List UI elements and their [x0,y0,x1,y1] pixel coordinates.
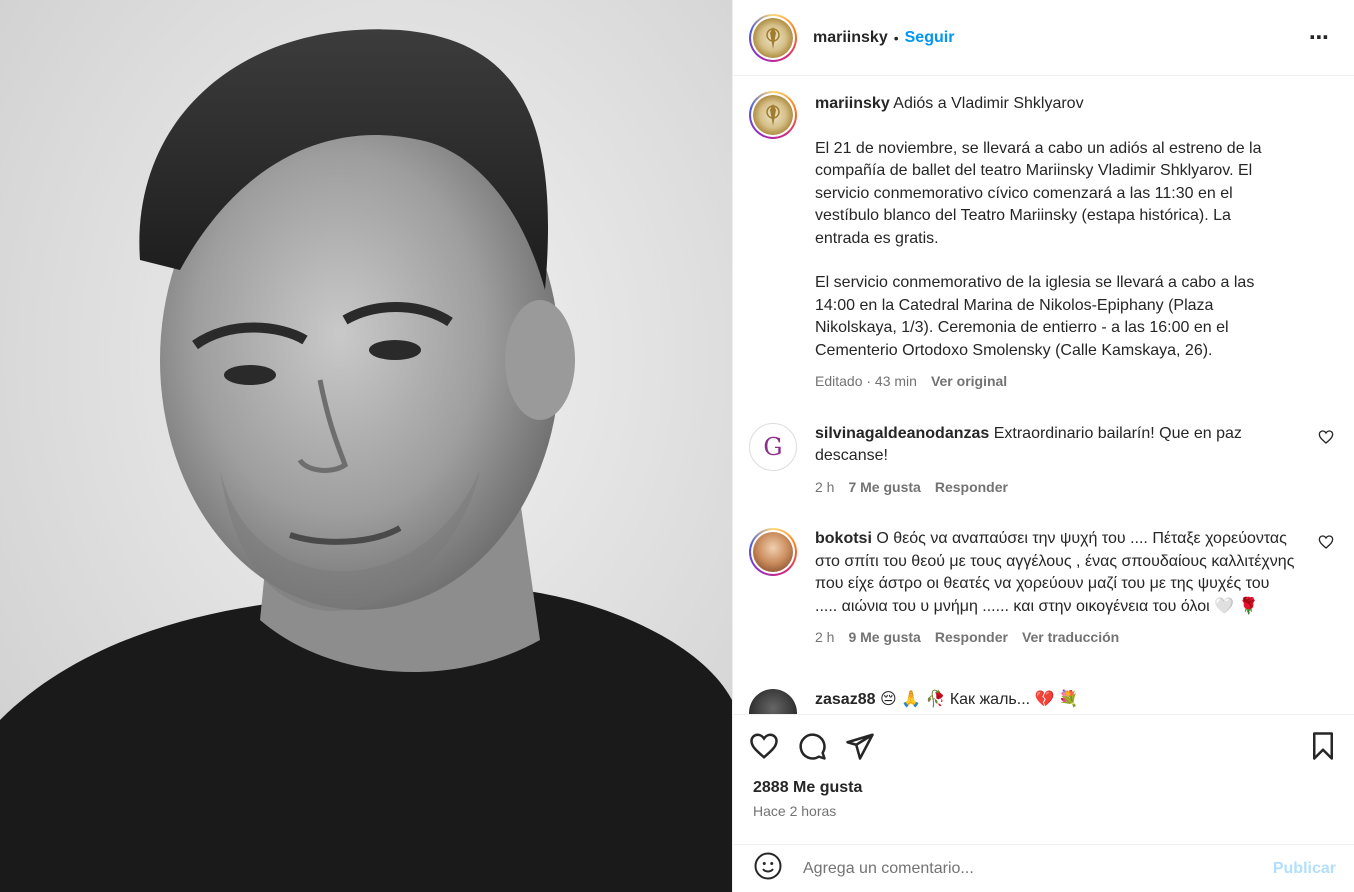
caption-paragraph-1: El 21 de noviembre, se llevará a cabo un… [815,139,1262,247]
caption-paragraph-2: El servicio conmemorativo de la iglesia … [815,274,1255,359]
comment-item: zasaz88 😔 🙏 🥀 Как жаль... 💔 💐 [749,688,1338,714]
post-time: Hace 2 horas [753,803,837,819]
post-sidebar: mariinsky • Seguir ⋯ mariinsky Adiós a V… [732,0,1354,892]
comments-section[interactable]: mariinsky Adiós a Vladimir Shklyarov El … [733,77,1354,714]
like-comment-heart-icon[interactable] [1318,429,1334,450]
add-comment-bar: Agrega un comentario... Publicar [733,844,1354,892]
commenter-avatar[interactable] [749,528,797,576]
post-actions: 2888 Me gusta Hace 2 horas [733,714,1354,844]
comment-time: 2 h [815,478,835,495]
comment-item: bokotsi Ο θεός να αναπαύσει την ψυχή του… [749,528,1338,649]
reply-button[interactable]: Responder [935,476,1008,499]
publish-button[interactable]: Publicar [1273,860,1336,878]
commenter-avatar[interactable] [749,688,797,714]
post-photo[interactable] [0,0,732,892]
post-header: mariinsky • Seguir ⋯ [733,0,1354,76]
comment-time: 2 h [815,629,835,645]
likes-count[interactable]: 2888 Me gusta [749,779,1338,797]
theatre-logo-icon [753,95,793,135]
comment-icon[interactable] [797,731,827,766]
reply-button[interactable]: Responder [935,626,1008,649]
more-options-icon[interactable]: ⋯ [1309,25,1338,50]
caption-avatar[interactable] [749,91,797,139]
comment-likes[interactable]: 9 Me gusta [848,626,920,649]
caption-edited: Editado · 43 min [815,373,917,389]
heart-icon[interactable] [749,731,779,766]
bookmark-icon[interactable] [1308,731,1338,766]
dance-logo-icon: G [763,432,783,461]
see-translation-link[interactable]: Ver traducción [1022,626,1119,649]
comment-likes[interactable]: 7 Me gusta [848,476,920,499]
like-comment-heart-icon[interactable] [1318,534,1334,555]
commenter-avatar[interactable]: G [749,422,797,471]
caption-title: Adiós a Vladimir Shklyarov [893,95,1084,112]
see-original-link[interactable]: Ver original [931,370,1007,393]
emoji-icon[interactable] [753,851,783,886]
comment-username[interactable]: bokotsi [815,530,872,547]
portrait-image [0,0,732,892]
comment-text: 😔 🙏 🥀 Как жаль... 💔 💐 [879,690,1079,708]
share-icon[interactable] [845,731,875,766]
comment-text: Ο θεός να αναπαύσει την ψυχή του .... Πέ… [815,530,1295,615]
comment-item: G silvinagaldeanodanzas Extraordinario b… [749,422,1338,499]
comment-username[interactable]: silvinagaldeanodanzas [815,425,989,442]
follow-button[interactable]: Seguir [905,29,955,47]
caption-username[interactable]: mariinsky [815,95,890,112]
theatre-logo-icon [753,17,793,58]
comment-username[interactable]: zasaz88 [815,691,876,708]
header-separator: • [893,29,899,46]
comment-input[interactable]: Agrega un comentario... [803,860,1273,878]
post-caption: mariinsky Adiós a Vladimir Shklyarov El … [749,91,1338,393]
account-avatar[interactable] [749,13,797,62]
post-container: mariinsky • Seguir ⋯ mariinsky Adiós a V… [0,0,1354,892]
header-username[interactable]: mariinsky [813,29,888,47]
